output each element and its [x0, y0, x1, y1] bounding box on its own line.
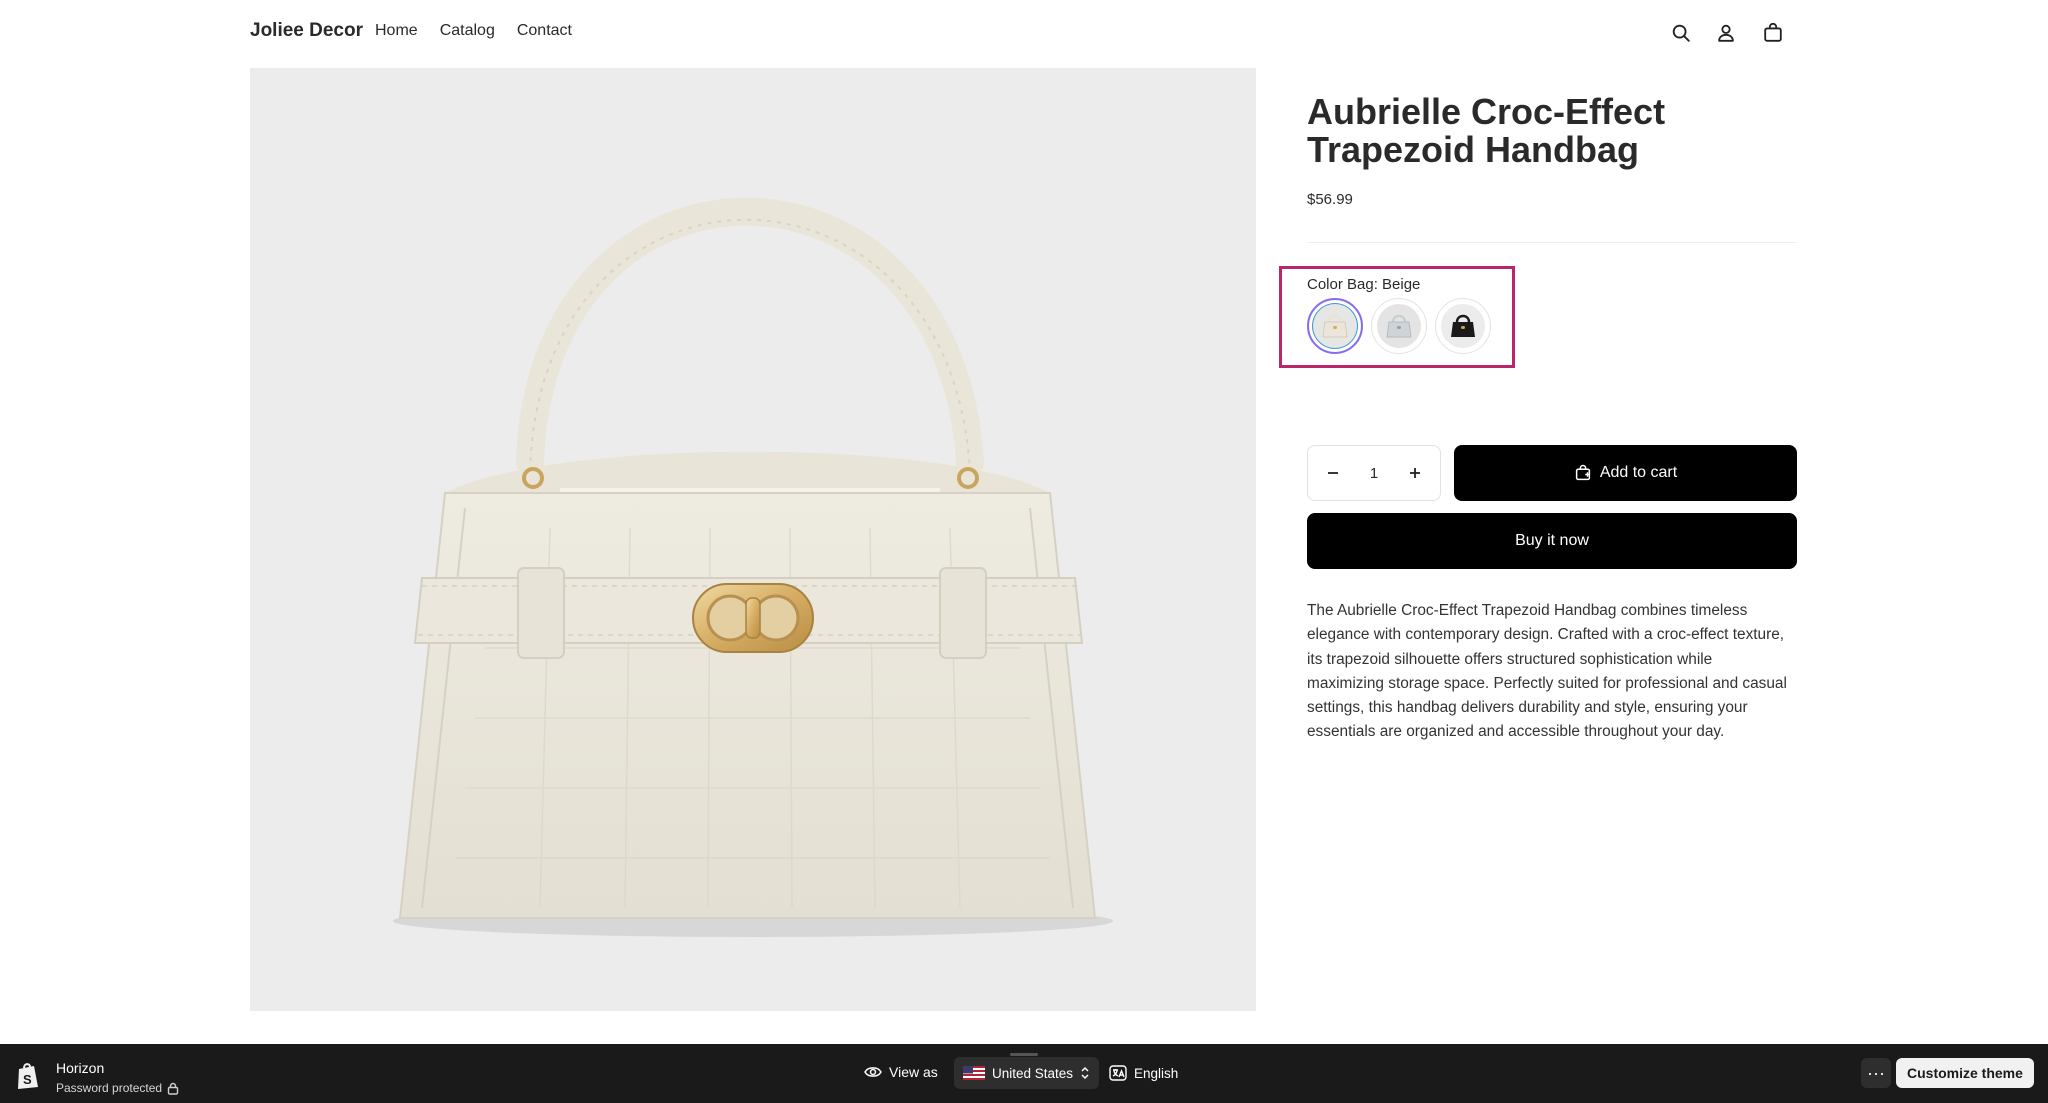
theme-preview-bar: S Horizon Password protected View as Uni…: [0, 1044, 2048, 1103]
swatch-black[interactable]: [1435, 298, 1491, 354]
product-image[interactable]: [250, 68, 1256, 1011]
shopify-icon: S: [15, 1062, 41, 1090]
grey-bag-thumbnail: [1377, 304, 1421, 348]
language-selector[interactable]: English: [1101, 1057, 1186, 1089]
lock-icon: [167, 1082, 179, 1095]
view-as-button[interactable]: View as: [864, 1064, 938, 1080]
translate-icon: [1109, 1065, 1127, 1081]
product-price: $56.99: [1307, 191, 1353, 208]
nav-catalog[interactable]: Catalog: [440, 22, 495, 40]
password-status-text: Password protected: [56, 1081, 163, 1095]
nav-home[interactable]: Home: [375, 22, 418, 40]
main-nav: Home Catalog Contact: [375, 22, 572, 40]
handbag-illustration: [250, 68, 1256, 1011]
theme-name: Horizon: [56, 1060, 105, 1076]
quantity-stepper: [1307, 445, 1441, 501]
drag-handle[interactable]: [1010, 1053, 1038, 1056]
customize-theme-label: Customize theme: [1907, 1065, 2023, 1081]
buy-now-label: Buy it now: [1515, 532, 1589, 549]
language-label: English: [1134, 1065, 1179, 1081]
eye-icon: [864, 1067, 882, 1077]
swatch-beige[interactable]: [1307, 298, 1363, 354]
buy-now-button[interactable]: Buy it now: [1307, 513, 1797, 569]
product-title: Aubrielle Croc-Effect Trapezoid Handbag: [1307, 91, 1666, 170]
brand-logo[interactable]: Joliee Decor: [250, 20, 363, 42]
variant-label: Color Bag: Beige: [1307, 276, 1421, 293]
nav-contact[interactable]: Contact: [517, 22, 572, 40]
decrease-quantity-button[interactable]: [1322, 462, 1344, 484]
site-header: Joliee Decor Home Catalog Contact: [0, 0, 2048, 68]
add-to-cart-button[interactable]: Add to cart: [1454, 445, 1797, 501]
divider: [1307, 242, 1797, 243]
view-as-label: View as: [889, 1064, 938, 1080]
black-bag-thumbnail: [1441, 304, 1485, 348]
plus-icon: [1410, 468, 1420, 478]
more-icon: ···: [1867, 1062, 1885, 1083]
account-icon[interactable]: [1713, 20, 1739, 46]
more-options-button[interactable]: ···: [1861, 1058, 1891, 1088]
search-icon[interactable]: [1668, 20, 1694, 46]
cart-icon[interactable]: [1760, 20, 1786, 46]
add-to-cart-label: Add to cart: [1599, 464, 1678, 481]
country-label: United States: [992, 1065, 1074, 1081]
password-status: Password protected: [56, 1081, 179, 1095]
product-description: The Aubrielle Croc-Effect Trapezoid Hand…: [1307, 602, 1787, 741]
country-selector[interactable]: United States: [954, 1057, 1100, 1089]
swatch-grey[interactable]: [1371, 298, 1427, 354]
minus-icon: [1328, 472, 1338, 474]
svg-text:S: S: [23, 1072, 32, 1087]
cart-add-icon: [1575, 464, 1590, 481]
chevron-updown-icon: [1081, 1066, 1089, 1080]
increase-quantity-button[interactable]: [1404, 462, 1426, 484]
customize-theme-button[interactable]: Customize theme: [1896, 1058, 2034, 1088]
us-flag-icon: [963, 1066, 985, 1080]
beige-bag-thumbnail: [1313, 304, 1357, 348]
quantity-input[interactable]: [1359, 464, 1389, 482]
